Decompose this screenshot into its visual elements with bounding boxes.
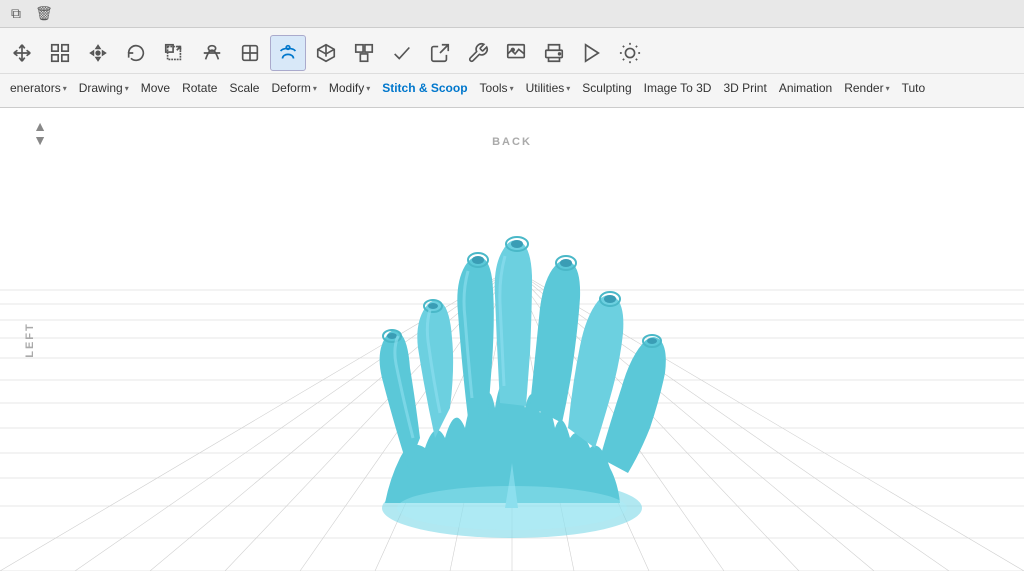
menu-rotate[interactable]: Rotate [176, 74, 223, 102]
menu-3d-print[interactable]: 3D Print [717, 74, 772, 102]
image-to-3d-icon[interactable] [498, 35, 534, 71]
modify-tool-icon[interactable] [232, 35, 268, 71]
menu-drawing[interactable]: Drawing ▾ [73, 74, 135, 102]
deform-tool-icon[interactable] [194, 35, 230, 71]
translate-tool-icon[interactable] [80, 35, 116, 71]
render-icon[interactable] [612, 35, 648, 71]
animation-icon[interactable] [574, 35, 610, 71]
nav-down-arrow[interactable]: ▼ [33, 133, 47, 147]
menu-stitch-scoop[interactable]: Stitch & Scoop [376, 74, 473, 102]
toolbar-icons-row [0, 28, 1024, 74]
menu-animation[interactable]: Animation [773, 74, 838, 102]
tools-icon-btn[interactable] [460, 35, 496, 71]
grid-canvas [0, 108, 1024, 571]
menu-scale[interactable]: Scale [223, 74, 265, 102]
rotate-tool-icon[interactable] [118, 35, 154, 71]
cube-tool-icon[interactable] [308, 35, 344, 71]
3d-print-icon[interactable] [536, 35, 572, 71]
export-tool-icon[interactable] [422, 35, 458, 71]
toolbar-menu: enerators ▾ Drawing ▾ Move Rotate Scale … [0, 74, 1024, 102]
move-tool-icon[interactable] [4, 35, 40, 71]
menu-tools[interactable]: Tools ▾ [474, 74, 520, 102]
check-tool-icon[interactable] [384, 35, 420, 71]
group-tool-icon[interactable] [346, 35, 382, 71]
menu-render[interactable]: Render ▾ [838, 74, 895, 102]
menu-utilities[interactable]: Utilities ▾ [520, 74, 577, 102]
menu-tutorial[interactable]: Tuto [896, 74, 932, 102]
toolbar: enerators ▾ Drawing ▾ Move Rotate Scale … [0, 28, 1024, 108]
layers-tool-icon[interactable] [42, 35, 78, 71]
axis-label-left: LEFT [24, 322, 36, 358]
menu-modify[interactable]: Modify ▾ [323, 74, 376, 102]
viewport[interactable]: BACK LEFT ▲ ▼ [0, 108, 1024, 571]
axis-label-back: BACK [492, 136, 532, 148]
copy-icon[interactable]: ⧉ [8, 6, 24, 22]
trash-icon[interactable]: 🗑 [36, 6, 52, 22]
menu-deform[interactable]: Deform ▾ [265, 74, 322, 102]
menu-move[interactable]: Move [135, 74, 176, 102]
menu-generators[interactable]: enerators ▾ [4, 74, 73, 102]
nav-cube[interactable]: ▲ ▼ [25, 118, 55, 148]
title-bar: ⧉ 🗑 [0, 0, 1024, 28]
menu-sculpting[interactable]: Sculpting [576, 74, 637, 102]
scale-tool-icon[interactable] [156, 35, 192, 71]
nav-up-arrow[interactable]: ▲ [33, 119, 47, 133]
menu-image-to-3d[interactable]: Image To 3D [638, 74, 718, 102]
stitch-scoop-tool-icon[interactable] [270, 35, 306, 71]
